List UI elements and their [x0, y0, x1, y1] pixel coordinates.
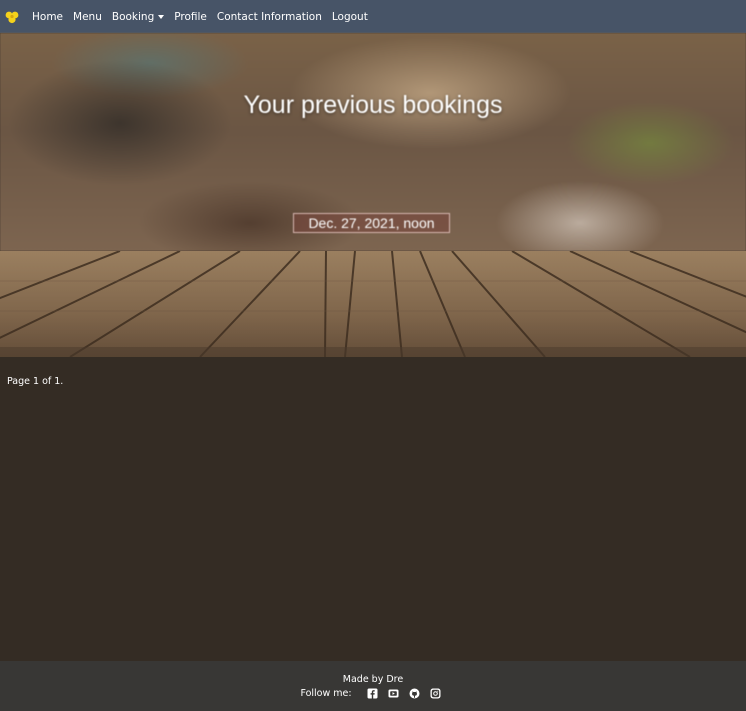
follow-me-row: Follow me:: [0, 688, 746, 699]
booking-entry[interactable]: Dec. 27, 2021, noon: [293, 213, 450, 233]
made-by-text: Made by Dre: [342, 674, 404, 685]
nav-booking-dropdown[interactable]: Booking: [111, 10, 165, 23]
nav-home[interactable]: Home: [32, 11, 63, 23]
nav-logout-label: Logout: [331, 10, 368, 23]
nav-contact-information[interactable]: Contact Information: [217, 11, 322, 23]
wood-table-image: [0, 251, 746, 357]
footer: Made by Dre Follow me:: [0, 661, 746, 711]
nav-home-label: Home: [32, 10, 64, 23]
nav-logout[interactable]: Logout: [332, 11, 368, 23]
nav-menu-label: Menu: [73, 10, 102, 23]
nav-profile-label: Profile: [174, 10, 207, 23]
hero-background: Your previous bookings Dec. 27, 2021, no…: [0, 33, 746, 251]
follow-me-label: Follow me:: [300, 688, 352, 699]
nav-profile[interactable]: Profile: [174, 11, 207, 23]
caret-down-icon: [158, 14, 165, 19]
youtube-icon[interactable]: [388, 688, 399, 699]
nav-menu[interactable]: Menu: [73, 11, 102, 23]
brand-logo-icon[interactable]: [4, 9, 20, 25]
nav-contact-label: Contact Information: [216, 10, 322, 23]
pagination-info: Page 1 of 1.: [7, 376, 64, 387]
instagram-icon[interactable]: [430, 688, 441, 699]
nav-booking-label: Booking: [111, 10, 155, 23]
github-icon[interactable]: [409, 688, 420, 699]
facebook-icon[interactable]: [367, 688, 378, 699]
page-title: Your previous bookings: [243, 91, 503, 119]
navbar: Home Menu Booking Profile Contact Inform…: [0, 0, 746, 33]
